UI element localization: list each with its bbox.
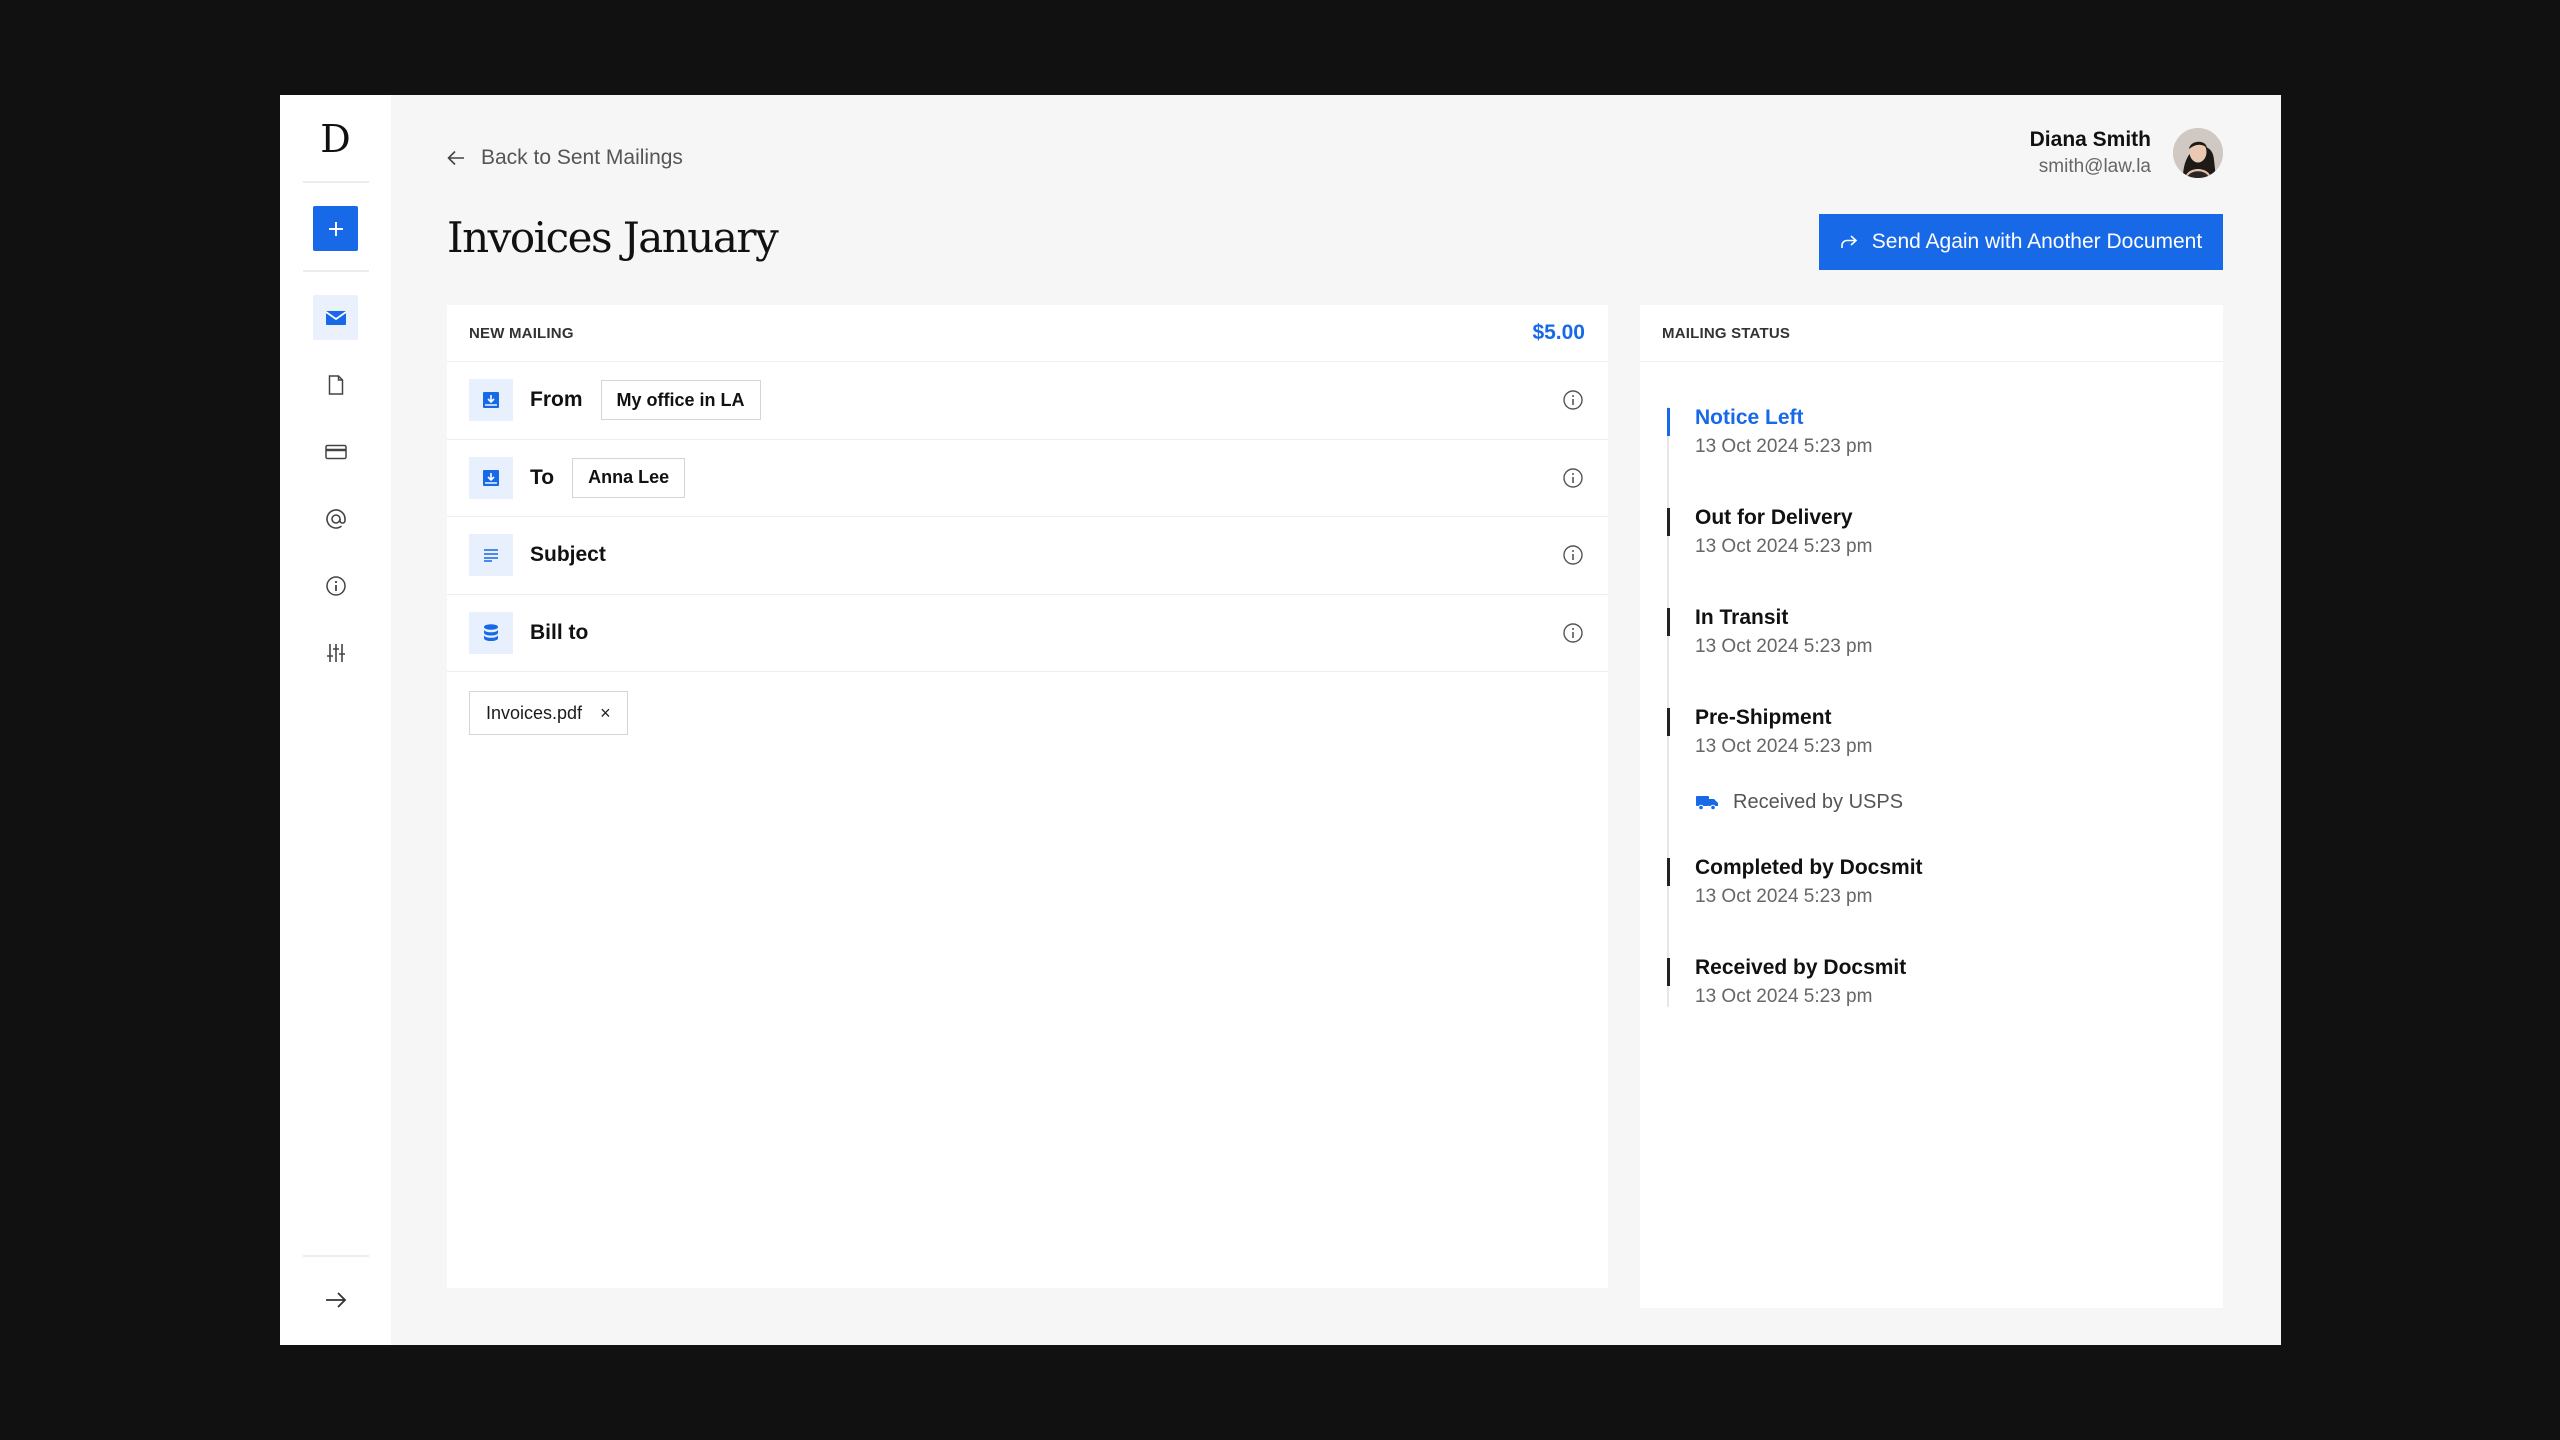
status-date: 13 Oct 2024 5:23 pm xyxy=(1695,986,1873,1007)
sidebar-item-mailings[interactable] xyxy=(313,295,358,340)
page-title: Invoices January xyxy=(447,213,779,262)
timeline-marker xyxy=(1667,608,1670,636)
sidebar-item-settings[interactable] xyxy=(313,630,358,675)
divider xyxy=(303,1255,369,1257)
to-label: To xyxy=(530,465,555,489)
timeline-marker xyxy=(1667,958,1670,986)
usps-note-label: Received by USPS xyxy=(1733,791,1904,813)
subject-row[interactable]: Subject xyxy=(447,517,1608,595)
divider xyxy=(303,270,369,272)
status-event: In Transit 13 Oct 2024 5:23 pm xyxy=(1695,606,1872,658)
status-date: 13 Oct 2024 5:23 pm xyxy=(1695,636,1873,657)
status-event: Received by Docsmit 13 Oct 2024 5:23 pm xyxy=(1695,956,1906,1008)
plus-icon xyxy=(328,221,343,236)
user-name: Diana Smith xyxy=(2029,128,2151,151)
from-select[interactable]: My office in LA xyxy=(600,380,761,421)
timeline-marker xyxy=(1667,408,1670,436)
status-date: 13 Oct 2024 5:23 pm xyxy=(1695,536,1873,557)
status-title: Pre-Shipment xyxy=(1695,706,1832,729)
address-icon xyxy=(469,379,513,422)
usps-note: Received by USPS xyxy=(1695,791,1903,814)
status-title: In Transit xyxy=(1695,606,1789,629)
info-icon[interactable] xyxy=(1562,389,1584,411)
from-row: From My office in LA xyxy=(447,362,1608,440)
status-title: Received by Docsmit xyxy=(1695,956,1907,979)
to-select[interactable]: Anna Lee xyxy=(572,457,686,498)
sliders-icon xyxy=(326,643,345,662)
address-icon xyxy=(469,456,513,499)
info-icon[interactable] xyxy=(1562,622,1584,644)
divider xyxy=(303,181,369,183)
section-label: MAILING STATUS xyxy=(1662,324,1791,342)
status-date: 13 Oct 2024 5:23 pm xyxy=(1695,886,1873,907)
share-arrow-icon xyxy=(1840,235,1857,248)
timeline-marker xyxy=(1667,858,1670,886)
remove-attachment-button[interactable]: × xyxy=(600,703,611,724)
sidebar: D xyxy=(280,95,391,1345)
card-header: NEW MAILING $5.00 xyxy=(447,305,1608,362)
send-again-label: Send Again with Another Document xyxy=(1871,230,2203,253)
to-row: To Anna Lee xyxy=(447,440,1608,517)
credit-card-icon xyxy=(324,444,347,459)
truck-icon xyxy=(1696,796,1718,811)
logo: D xyxy=(320,117,351,161)
info-icon xyxy=(325,575,346,596)
new-mailing-button[interactable] xyxy=(313,206,358,251)
arrow-right-icon xyxy=(325,1291,346,1308)
user-profile[interactable]: Diana Smith smith@law.la xyxy=(2030,128,2223,178)
timeline-marker xyxy=(1667,708,1670,736)
user-email: smith@law.la xyxy=(2038,156,2151,177)
status-event: Pre-Shipment 13 Oct 2024 5:23 pm xyxy=(1695,706,1872,758)
timeline-marker xyxy=(1667,508,1670,536)
sidebar-item-documents[interactable] xyxy=(313,362,358,407)
status-date: 13 Oct 2024 5:23 pm xyxy=(1695,736,1873,757)
subject-label: Subject xyxy=(530,543,606,567)
new-mailing-card: NEW MAILING $5.00 From My office in LA T… xyxy=(447,305,1608,1288)
back-link[interactable]: Back to Sent Mailings xyxy=(447,140,683,176)
at-sign-icon xyxy=(325,508,346,529)
status-event: Completed by Docsmit 13 Oct 2024 5:23 pm xyxy=(1695,856,1923,908)
from-value: My office in LA xyxy=(616,389,745,410)
status-event: Notice Left 13 Oct 2024 5:23 pm xyxy=(1695,406,1872,458)
mailing-price: $5.00 xyxy=(1532,321,1585,344)
collapse-sidebar-button[interactable] xyxy=(313,1277,358,1322)
bill-to-label: Bill to xyxy=(530,620,589,644)
card-header: MAILING STATUS xyxy=(1640,305,2223,362)
mail-icon xyxy=(324,310,347,325)
sidebar-item-info[interactable] xyxy=(313,563,358,608)
bill-to-row[interactable]: Bill to xyxy=(447,595,1608,672)
section-label: NEW MAILING xyxy=(469,324,574,342)
info-icon[interactable] xyxy=(1562,467,1584,489)
avatar-image xyxy=(2173,128,2223,178)
status-title: Completed by Docsmit xyxy=(1695,856,1923,879)
app-window: D Back to Sent Mailings Diana Smith smit… xyxy=(280,95,2281,1345)
status-title: Notice Left xyxy=(1695,406,1804,429)
arrow-left-icon xyxy=(447,150,464,166)
database-icon xyxy=(469,611,513,654)
status-title: Out for Delivery xyxy=(1695,506,1853,529)
attachment-chip[interactable]: Invoices.pdf × xyxy=(469,691,628,735)
info-icon[interactable] xyxy=(1562,544,1584,566)
back-link-label: Back to Sent Mailings xyxy=(481,146,683,169)
status-date: 13 Oct 2024 5:23 pm xyxy=(1695,436,1873,457)
timeline-track xyxy=(1667,407,1669,1007)
status-event: Out for Delivery 13 Oct 2024 5:23 pm xyxy=(1695,506,1872,558)
to-value: Anna Lee xyxy=(588,467,670,488)
from-label: From xyxy=(530,388,583,412)
send-again-button[interactable]: Send Again with Another Document xyxy=(1819,214,2223,270)
mailing-status-card: MAILING STATUS Notice Left 13 Oct 2024 5… xyxy=(1640,305,2223,1308)
attachment-name: Invoices.pdf xyxy=(486,702,583,723)
document-icon xyxy=(328,374,343,395)
sidebar-item-contacts[interactable] xyxy=(313,496,358,541)
text-lines-icon xyxy=(469,534,513,577)
sidebar-item-billing[interactable] xyxy=(313,429,358,474)
avatar[interactable] xyxy=(2173,128,2223,178)
